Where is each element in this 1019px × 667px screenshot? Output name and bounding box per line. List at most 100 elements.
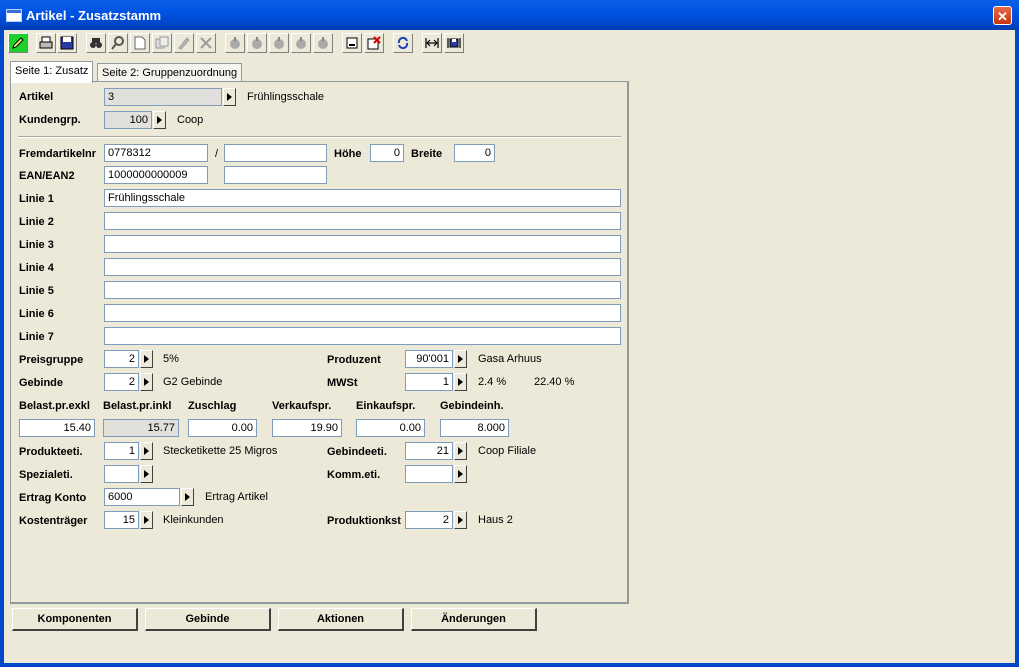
price-header-gebindeinh: Gebindeinh. xyxy=(440,400,504,412)
kostentraeger-input[interactable]: 15 xyxy=(104,511,139,529)
produktionskst-desc: Haus 2 xyxy=(478,514,513,526)
gebindeeti-input[interactable]: 21 xyxy=(405,442,453,460)
action4-icon[interactable] xyxy=(291,33,311,53)
produkteeti-dropdown[interactable] xyxy=(140,442,153,460)
fremdartikel-input-2[interactable] xyxy=(224,144,327,162)
linie-7-input[interactable] xyxy=(104,327,621,345)
linie-5-input[interactable] xyxy=(104,281,621,299)
new-document-icon[interactable] xyxy=(130,33,150,53)
aenderungen-button[interactable]: Änderungen xyxy=(411,608,537,631)
linie-2-input[interactable] xyxy=(104,212,621,230)
belast-inkl-input[interactable]: 15.77 xyxy=(103,419,179,437)
artikel-dropdown[interactable] xyxy=(223,88,236,106)
binoculars-icon[interactable] xyxy=(86,33,106,53)
preisgruppe-dropdown[interactable] xyxy=(140,350,153,368)
kundengrp-input[interactable]: 100 xyxy=(104,111,152,129)
tab-seite-2[interactable]: Seite 2: Gruppenzuordnung xyxy=(97,63,243,83)
gebinde-desc: G2 Gebinde xyxy=(163,376,223,388)
hoehe-input[interactable]: 0 xyxy=(370,144,404,162)
linie-7-label: Linie 7 xyxy=(19,331,54,343)
gebindeeti-dropdown[interactable] xyxy=(454,442,467,460)
gebinde-label: Gebinde xyxy=(19,377,64,389)
produkteeti-label: Produkteeti. xyxy=(19,446,83,458)
search-icon[interactable] xyxy=(108,33,128,53)
preisgruppe-input[interactable]: 2 xyxy=(104,350,139,368)
preisgruppe-label: Preisgruppe xyxy=(19,354,84,366)
copy-icon[interactable] xyxy=(152,33,172,53)
mwst-input[interactable]: 1 xyxy=(405,373,453,391)
tab-seite-1[interactable]: Seite 1: Zusatz xyxy=(10,61,94,83)
zuschlag-input[interactable]: 0.00 xyxy=(188,419,257,437)
linie-6-input[interactable] xyxy=(104,304,621,322)
aktionen-button[interactable]: Aktionen xyxy=(278,608,404,631)
mwst-desc-2: 22.40 % xyxy=(534,376,575,388)
delete-icon[interactable] xyxy=(196,33,216,53)
pencil-icon[interactable] xyxy=(8,33,28,53)
ean-input-2[interactable] xyxy=(224,166,327,184)
ertrag-dropdown[interactable] xyxy=(181,488,194,506)
edit-icon[interactable] xyxy=(174,33,194,53)
hoehe-label: Höhe xyxy=(334,148,362,160)
einkaufspr-input[interactable]: 0.00 xyxy=(356,419,425,437)
gebinde-input[interactable]: 2 xyxy=(104,373,139,391)
gebindeeti-label: Gebindeeti. xyxy=(327,446,387,458)
linie-3-input[interactable] xyxy=(104,235,621,253)
close-button[interactable]: ✕ xyxy=(993,6,1012,25)
produzent-label: Produzent xyxy=(327,354,381,366)
kostentraeger-dropdown[interactable] xyxy=(140,511,153,529)
action2-icon[interactable] xyxy=(247,33,267,53)
ean-input-1[interactable]: 1000000000009 xyxy=(104,166,208,184)
spezialeti-input[interactable] xyxy=(104,465,139,483)
action3-icon[interactable] xyxy=(269,33,289,53)
price-header-belast-inkl: Belast.pr.inkl xyxy=(103,400,172,412)
produktionskst-dropdown[interactable] xyxy=(454,511,467,529)
produkteeti-input[interactable]: 1 xyxy=(104,442,139,460)
artikel-input[interactable]: 3 xyxy=(104,88,222,106)
price-header-einkaufspr: Einkaufspr. xyxy=(356,400,416,412)
save-width-icon[interactable] xyxy=(444,33,464,53)
refresh-icon[interactable] xyxy=(393,33,413,53)
produzent-dropdown[interactable] xyxy=(454,350,467,368)
spezialeti-dropdown[interactable] xyxy=(140,465,153,483)
produzent-input[interactable]: 90'001 xyxy=(405,350,453,368)
produktionskst-input[interactable]: 2 xyxy=(405,511,453,529)
linie-1-input[interactable]: Frühlingsschale xyxy=(104,189,621,207)
window-title: Artikel - Zusatzstamm xyxy=(26,8,162,23)
fremdartikel-input-1[interactable]: 0778312 xyxy=(104,144,208,162)
linie-4-label: Linie 4 xyxy=(19,262,54,274)
kundengrp-dropdown[interactable] xyxy=(153,111,166,129)
save-icon[interactable] xyxy=(57,33,77,53)
verkaufspr-input[interactable]: 19.90 xyxy=(272,419,342,437)
gebindeeti-desc: Coop Filiale xyxy=(478,445,537,457)
belast-exkl-input[interactable]: 15.40 xyxy=(19,419,95,437)
price-header-zuschlag: Zuschlag xyxy=(188,400,237,412)
expand-width-icon[interactable] xyxy=(422,33,442,53)
divider xyxy=(18,136,621,138)
action5-icon[interactable] xyxy=(313,33,333,53)
breite-input[interactable]: 0 xyxy=(454,144,495,162)
price-header-belast-exkl: Belast.pr.exkl xyxy=(19,400,90,412)
fremdartikel-slash: / xyxy=(215,148,219,160)
gebinde-button[interactable]: Gebinde xyxy=(145,608,271,631)
linie-4-input[interactable] xyxy=(104,258,621,276)
mwst-dropdown[interactable] xyxy=(454,373,467,391)
gebindeinh-input[interactable]: 8.000 xyxy=(440,419,509,437)
minimize-doc-icon[interactable] xyxy=(342,33,362,53)
spezialeti-label: Spezialeti. xyxy=(19,469,73,481)
action1-icon[interactable] xyxy=(225,33,245,53)
artikel-label: Artikel xyxy=(19,91,54,103)
komponenten-button[interactable]: Komponenten xyxy=(12,608,138,631)
fremdartikel-label: Fremdartikelnr xyxy=(19,148,97,160)
ertrag-label: Ertrag Konto xyxy=(19,492,87,504)
linie-1-label: Linie 1 xyxy=(19,193,54,205)
ertrag-desc: Ertrag Artikel xyxy=(205,491,268,503)
artikel-desc: Frühlingsschale xyxy=(247,91,325,103)
kommeti-dropdown[interactable] xyxy=(454,465,467,483)
delete-doc-icon[interactable] xyxy=(364,33,384,53)
kostentraeger-label: Kostenträger xyxy=(19,515,88,527)
kommeti-input[interactable] xyxy=(405,465,453,483)
printer-icon[interactable] xyxy=(36,33,56,53)
breite-label: Breite xyxy=(411,148,443,160)
ertrag-input[interactable]: 6000 xyxy=(104,488,180,506)
gebinde-dropdown[interactable] xyxy=(140,373,153,391)
